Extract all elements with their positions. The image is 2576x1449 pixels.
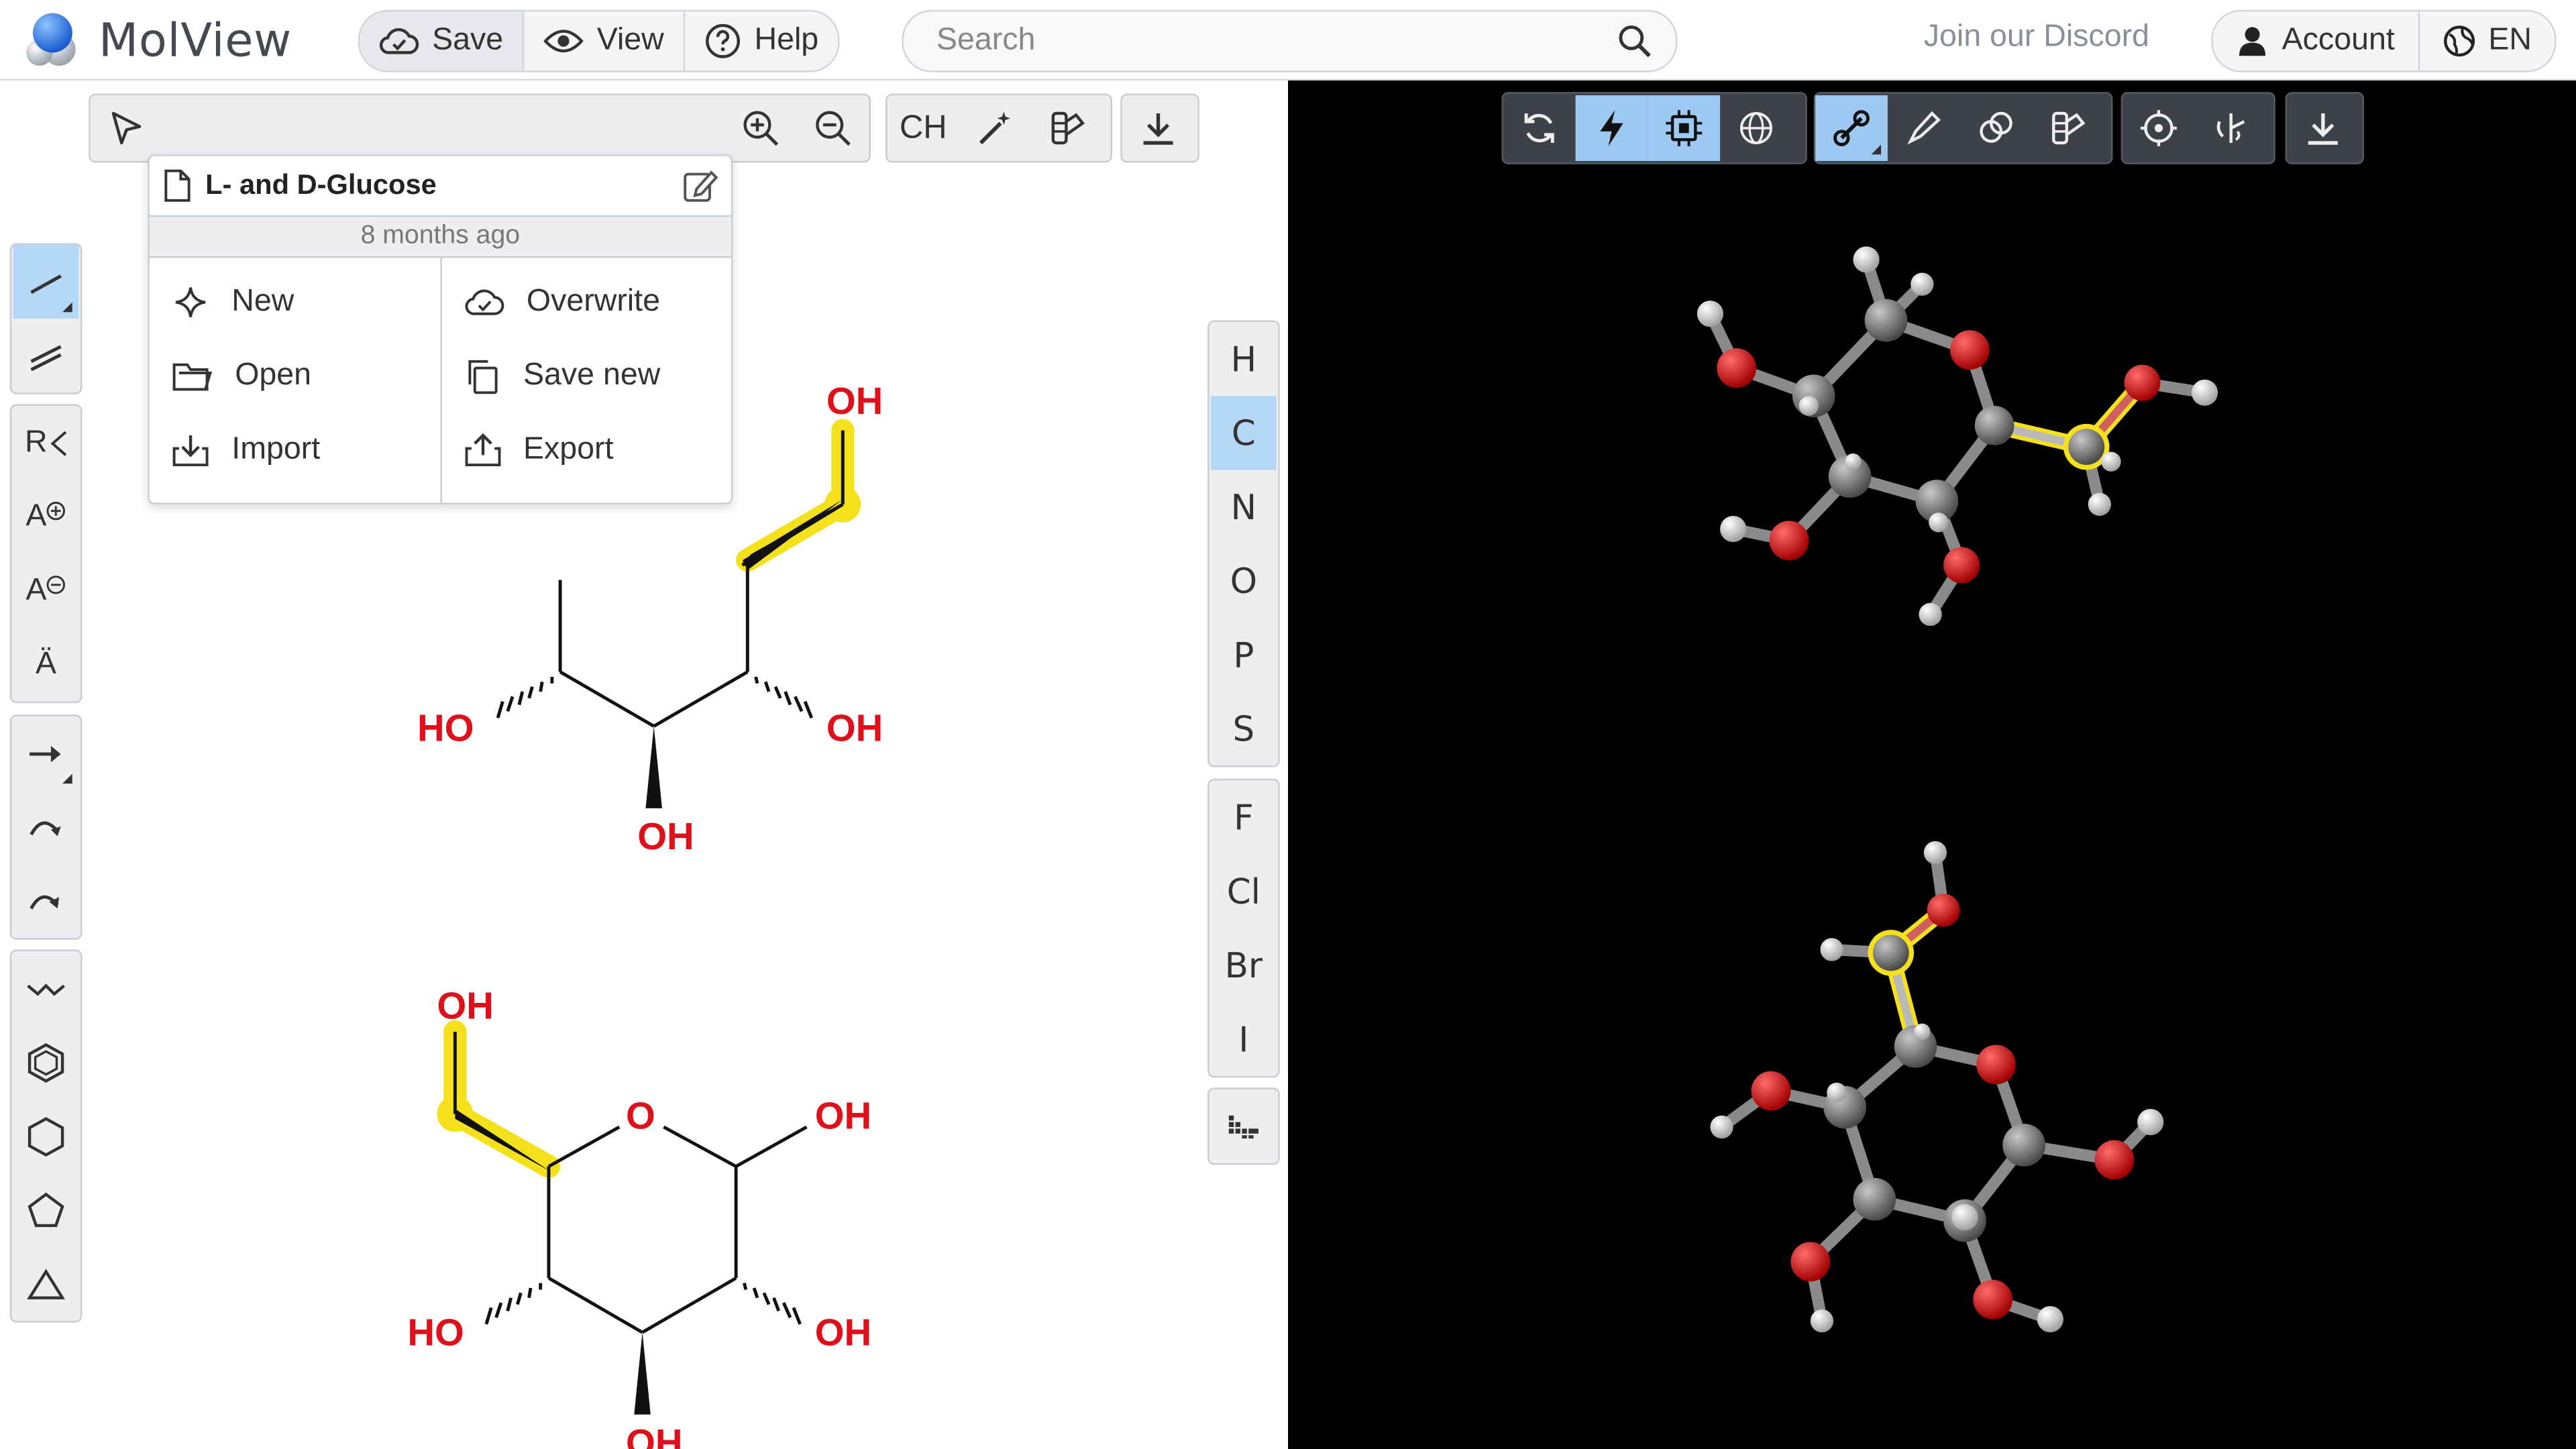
import-icon [172, 434, 209, 466]
search-box [902, 9, 1678, 72]
folder-icon [172, 362, 212, 390]
help-menu-label: Help [754, 23, 819, 58]
atom-label[interactable]: HO [407, 1311, 464, 1354]
export-label: Export [523, 431, 614, 466]
document-modified-time: 8 months ago [149, 215, 731, 258]
atom-label[interactable]: OH [826, 380, 883, 422]
help-menu-button[interactable]: Help [685, 11, 839, 71]
eye-icon [544, 30, 584, 52]
logo[interactable]: MolView [23, 10, 292, 69]
molview-logo-icon [26, 13, 76, 66]
globe-icon [2443, 25, 2475, 57]
document-title-row: L- and D-Glucose [150, 156, 731, 215]
atom-label[interactable]: OH [815, 1311, 871, 1354]
new-label: New [231, 283, 294, 318]
header: MolView Save View Help Join our Discord [0, 0, 2576, 81]
highlighted-bond-3d-bottom [1868, 902, 1952, 1055]
document-icon [164, 169, 191, 202]
app-name: MolView [98, 12, 292, 67]
account-label: Account [2282, 23, 2395, 58]
atom-label[interactable]: O [626, 1094, 655, 1136]
export-item[interactable]: Export [441, 413, 731, 486]
view-menu-label: View [596, 23, 664, 58]
open-label: Open [235, 357, 312, 392]
save-new-label: Save new [523, 357, 661, 392]
import-document-item[interactable]: Import [150, 413, 439, 486]
new-document-item[interactable]: New [150, 264, 439, 338]
account-button[interactable]: Account [2212, 11, 2420, 71]
document-menu: L- and D-Glucose 8 months ago New Open I… [148, 154, 733, 504]
document-title: L- and D-Glucose [205, 169, 437, 201]
sparkle-icon [175, 286, 206, 317]
search-input[interactable] [933, 11, 1597, 71]
atom-label[interactable]: HO [417, 706, 474, 749]
app-root: MolView Save View Help Join our Discord [0, 0, 2576, 1449]
discord-link[interactable]: Join our Discord [1924, 19, 2149, 56]
save-new-item[interactable]: Save new [441, 338, 731, 412]
molecule-3d-canvas[interactable] [1288, 80, 2576, 1449]
highlighted-bond-3d-top [1986, 374, 2151, 470]
main-menu: Save View Help [358, 9, 841, 72]
edit-title-icon[interactable] [682, 168, 718, 204]
import-label: Import [231, 431, 321, 466]
overwrite-item[interactable]: Overwrite [441, 264, 731, 338]
export-icon [464, 432, 500, 466]
view-menu-button[interactable]: View [524, 11, 686, 71]
user-menu: Account EN [2211, 9, 2557, 72]
atom-label[interactable]: OH [626, 1421, 682, 1449]
cloud-check-icon [464, 288, 504, 315]
open-document-item[interactable]: Open [150, 338, 439, 412]
language-button[interactable]: EN [2419, 11, 2555, 71]
molecule-3d-top [1697, 246, 2218, 627]
atom-label[interactable]: OH [437, 984, 493, 1026]
language-label: EN [2488, 23, 2532, 58]
copy-icon [468, 359, 497, 394]
atom-label[interactable]: OH [637, 815, 694, 857]
save-menu-label: Save [432, 23, 504, 58]
model-viewer-panel [1288, 80, 2576, 1449]
question-icon [706, 23, 741, 58]
user-icon [2239, 27, 2266, 56]
atom-label[interactable]: OH [826, 706, 883, 749]
sketcher-panel: CH R A A Ä H C N O P S F Cl Br I OH HO O… [0, 80, 1289, 1449]
atom-label[interactable]: OH [815, 1094, 871, 1136]
molecule-l-glucose-ring [453, 1031, 808, 1415]
search-icon[interactable] [1617, 23, 1653, 59]
cloud-check-icon [379, 28, 419, 54]
molecule-3d-bottom [1710, 841, 2164, 1333]
save-menu-button[interactable]: Save [360, 11, 525, 71]
overwrite-label: Overwrite [526, 283, 660, 318]
